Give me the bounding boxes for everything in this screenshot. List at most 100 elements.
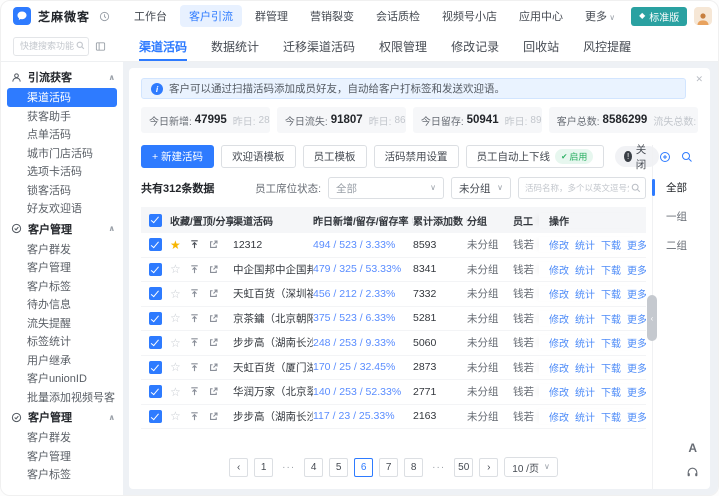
group-filter-item[interactable]: 二组 bbox=[653, 231, 698, 260]
tab[interactable]: 风控提醒 bbox=[583, 31, 631, 61]
qrcode-name[interactable]: 步步高（湖南长沙... bbox=[233, 409, 313, 424]
daily-stats-link[interactable]: 456 / 212 / 2.33% bbox=[313, 288, 413, 300]
pin-top-icon[interactable] bbox=[189, 337, 200, 348]
tab[interactable]: 修改记录 bbox=[451, 31, 499, 61]
staff-template-button[interactable]: 员工模板 bbox=[303, 145, 367, 168]
tab[interactable]: 权限管理 bbox=[379, 31, 427, 61]
share-icon[interactable] bbox=[208, 337, 219, 348]
action-download[interactable]: 下载 bbox=[601, 286, 621, 301]
nav-item[interactable]: 会话质检 bbox=[367, 5, 429, 27]
page-button[interactable]: ··· bbox=[429, 458, 448, 477]
star-icon[interactable] bbox=[170, 312, 181, 324]
prev-page-button[interactable]: ‹ bbox=[229, 458, 248, 477]
tab[interactable]: 数据统计 bbox=[211, 31, 259, 61]
action-stats[interactable]: 统计 bbox=[575, 237, 595, 252]
action-modify[interactable]: 修改 bbox=[549, 409, 569, 424]
daily-stats-link[interactable]: 248 / 253 / 9.33% bbox=[313, 337, 413, 349]
sidebar-item[interactable]: 标签统计 ∧ bbox=[1, 332, 123, 351]
user-avatar[interactable] bbox=[694, 7, 712, 25]
sidebar-item[interactable]: 用户继承 ∧ bbox=[1, 351, 123, 370]
page-button[interactable]: 8 bbox=[404, 458, 423, 477]
nav-item[interactable]: 群管理 bbox=[246, 5, 297, 27]
search-group-icon[interactable] bbox=[681, 151, 693, 163]
star-icon[interactable] bbox=[170, 361, 181, 373]
action-more[interactable]: 更多 bbox=[627, 409, 646, 424]
share-icon[interactable] bbox=[208, 362, 219, 373]
auto-online-button[interactable]: 员工自动上下线 ✔ 启用 bbox=[466, 145, 605, 168]
pin-top-icon[interactable] bbox=[189, 239, 200, 250]
assistant-button[interactable]: A bbox=[688, 441, 697, 455]
sidebar-item[interactable]: 客户群发 ∧ bbox=[1, 428, 123, 447]
action-stats[interactable]: 统计 bbox=[575, 286, 595, 301]
pin-top-icon[interactable] bbox=[189, 264, 200, 275]
page-size-select[interactable]: 10 /页 ∨ bbox=[504, 457, 558, 477]
sidebar-item[interactable]: 待办信息 ∧ bbox=[1, 295, 123, 314]
nav-item[interactable]: 客户引流 bbox=[180, 5, 242, 27]
row-checkbox[interactable] bbox=[149, 238, 162, 251]
star-icon[interactable] bbox=[170, 386, 181, 398]
sidebar-item[interactable]: 获客助手 ∧ bbox=[1, 107, 123, 126]
tab[interactable]: 渠道活码 bbox=[139, 31, 187, 61]
daily-stats-link[interactable]: 117 / 23 / 25.33% bbox=[313, 410, 413, 422]
star-icon[interactable] bbox=[170, 337, 181, 349]
action-modify[interactable]: 修改 bbox=[549, 384, 569, 399]
group-select[interactable]: 未分组 ∨ bbox=[451, 177, 511, 199]
pin-top-icon[interactable] bbox=[189, 313, 200, 324]
action-stats[interactable]: 统计 bbox=[575, 262, 595, 277]
daily-stats-link[interactable]: 140 / 253 / 52.33% bbox=[313, 386, 413, 398]
tab[interactable]: 回收站 bbox=[523, 31, 559, 61]
sidebar-item[interactable]: 流失提醒 ∧ bbox=[1, 314, 123, 333]
row-checkbox[interactable] bbox=[149, 410, 162, 423]
row-checkbox[interactable] bbox=[149, 287, 162, 300]
row-checkbox[interactable] bbox=[149, 312, 162, 325]
share-icon[interactable] bbox=[208, 264, 219, 275]
action-modify[interactable]: 修改 bbox=[549, 262, 569, 277]
star-icon[interactable] bbox=[170, 410, 181, 422]
star-icon[interactable] bbox=[170, 239, 181, 251]
star-icon[interactable] bbox=[170, 263, 181, 275]
sidebar-item[interactable]: 渠道活码 ∧ bbox=[7, 88, 117, 107]
action-download[interactable]: 下载 bbox=[601, 262, 621, 277]
nav-item[interactable]: 视频号小店 bbox=[433, 5, 506, 27]
new-qrcode-button[interactable]: + 新建活码 bbox=[141, 145, 214, 168]
sidebar-item[interactable]: 选项卡活码 ∧ bbox=[1, 162, 123, 181]
sidebar-item[interactable]: 城市门店活码 ∧ bbox=[1, 144, 123, 163]
tab[interactable]: 迁移渠道活码 bbox=[283, 31, 355, 61]
sidebar-item[interactable]: 好友欢迎语 ∧ bbox=[1, 199, 123, 218]
share-icon[interactable] bbox=[208, 386, 219, 397]
share-icon[interactable] bbox=[208, 313, 219, 324]
action-more[interactable]: 更多 bbox=[627, 360, 646, 375]
nav-item[interactable]: 工作台 bbox=[125, 5, 176, 27]
row-checkbox[interactable] bbox=[149, 336, 162, 349]
action-download[interactable]: 下载 bbox=[601, 237, 621, 252]
daily-stats-link[interactable]: 170 / 25 / 32.45% bbox=[313, 361, 413, 373]
action-modify[interactable]: 修改 bbox=[549, 286, 569, 301]
action-stats[interactable]: 统计 bbox=[575, 409, 595, 424]
qrcode-name[interactable]: 天虹百货（厦门湖... bbox=[233, 360, 313, 375]
qrcode-search-input[interactable] bbox=[518, 177, 646, 199]
page-button[interactable]: 50 bbox=[454, 458, 473, 477]
action-download[interactable]: 下载 bbox=[601, 311, 621, 326]
star-icon[interactable] bbox=[170, 288, 181, 300]
action-modify[interactable]: 修改 bbox=[549, 237, 569, 252]
action-more[interactable]: 更多 bbox=[627, 286, 646, 301]
action-stats[interactable]: 统计 bbox=[575, 360, 595, 375]
add-group-icon[interactable] bbox=[659, 151, 671, 163]
action-download[interactable]: 下载 bbox=[601, 384, 621, 399]
page-button[interactable]: ··· bbox=[279, 458, 298, 477]
pin-top-icon[interactable] bbox=[189, 386, 200, 397]
nav-item[interactable]: 营销裂变 bbox=[301, 5, 363, 27]
qrcode-name[interactable]: 京茶鏞（北京朝阳... bbox=[233, 311, 313, 326]
close-icon[interactable]: ✕ bbox=[695, 74, 703, 85]
sidebar-item[interactable]: 引流获客 ∧ bbox=[1, 66, 123, 88]
action-more[interactable]: 更多 bbox=[627, 262, 646, 277]
row-checkbox[interactable] bbox=[149, 361, 162, 374]
sidebar-item[interactable]: 批量添加视频号客户 ∧ bbox=[1, 388, 123, 407]
select-all-checkbox[interactable] bbox=[149, 214, 162, 227]
daily-stats-link[interactable]: 494 / 523 / 3.33% bbox=[313, 239, 413, 251]
sidebar-item[interactable]: 客户群发 ∧ bbox=[1, 240, 123, 259]
action-stats[interactable]: 统计 bbox=[575, 311, 595, 326]
welcome-template-button[interactable]: 欢迎语模板 bbox=[221, 145, 296, 168]
page-button[interactable]: 6 bbox=[354, 458, 373, 477]
action-download[interactable]: 下载 bbox=[601, 360, 621, 375]
